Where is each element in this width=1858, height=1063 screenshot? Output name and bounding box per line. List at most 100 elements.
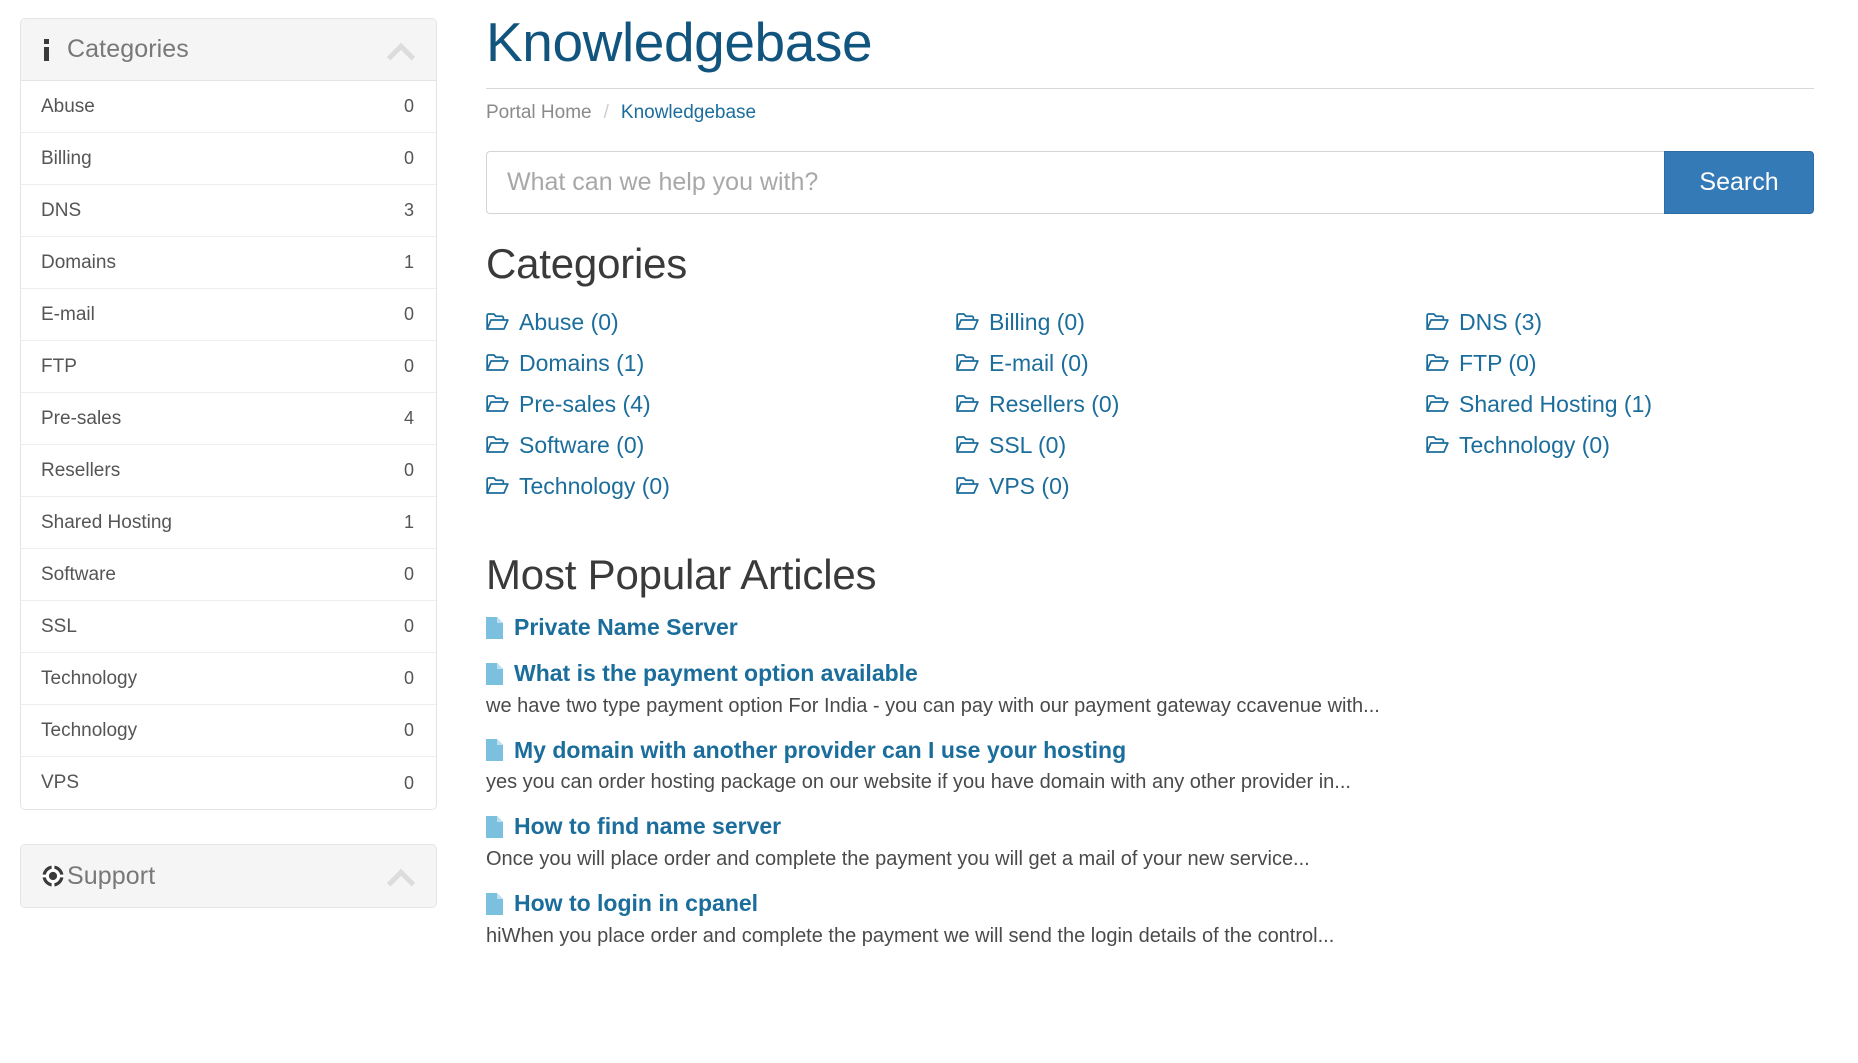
sidebar-category-label: Technology xyxy=(41,667,138,689)
articles-heading: Most Popular Articles xyxy=(486,550,877,598)
article-item: How to login in cpanel hiWhen you place o… xyxy=(486,889,1814,950)
category-link[interactable]: Shared Hosting (1) xyxy=(1426,384,1814,425)
chevron-up-icon[interactable] xyxy=(388,42,414,58)
sidebar-category-item[interactable]: Pre-sales 4 xyxy=(21,393,436,445)
breadcrumb-portal-home[interactable]: Portal Home xyxy=(486,102,592,124)
sidebar-category-label: Shared Hosting xyxy=(41,511,172,533)
category-link[interactable]: E-mail (0) xyxy=(956,343,1426,384)
category-link-label: Domains (1) xyxy=(519,349,645,376)
file-icon xyxy=(486,893,503,916)
article-link[interactable]: What is the payment option available xyxy=(486,659,1814,689)
sidebar-category-count: 1 xyxy=(403,252,414,272)
sidebar-category-label: E-mail xyxy=(41,303,95,325)
sidebar-category-item[interactable]: FTP 0 xyxy=(21,341,436,393)
folder-open-icon xyxy=(1426,394,1449,414)
article-item: What is the payment option available we h… xyxy=(486,659,1814,720)
sidebar-category-item[interactable]: Abuse 0 xyxy=(21,81,436,133)
category-link[interactable]: VPS (0) xyxy=(956,466,1426,507)
chevron-up-icon[interactable] xyxy=(388,868,414,884)
category-link[interactable]: DNS (3) xyxy=(1426,302,1814,343)
category-link-label: Technology (0) xyxy=(1459,431,1610,458)
categories-section: Categories Abuse (0) Billing (0) DNS (3) Do… xyxy=(486,240,1814,507)
category-link-label: Abuse (0) xyxy=(519,308,619,335)
info-icon xyxy=(41,38,67,61)
article-item: Private Name Server xyxy=(486,613,1814,643)
category-link-label: E-mail (0) xyxy=(989,349,1089,376)
support-panel-header[interactable]: Support xyxy=(21,845,436,907)
category-link[interactable]: Technology (0) xyxy=(486,466,956,507)
sidebar-category-count: 0 xyxy=(403,720,414,740)
article-link[interactable]: My domain with another provider can I us… xyxy=(486,736,1814,766)
category-link[interactable]: Billing (0) xyxy=(956,302,1426,343)
breadcrumb-knowledgebase[interactable]: Knowledgebase xyxy=(621,102,756,124)
article-list: Private Name Server What is the payment o… xyxy=(486,613,1814,950)
sidebar-category-item[interactable]: Domains 1 xyxy=(21,237,436,289)
article-description: we have two type payment option For Indi… xyxy=(486,694,1380,717)
article-link[interactable]: How to find name server xyxy=(486,812,1814,842)
title-divider xyxy=(486,87,1814,89)
category-link-label: Technology (0) xyxy=(519,472,670,499)
sidebar-category-item[interactable]: Technology 0 xyxy=(21,705,436,757)
sidebar-category-list: Abuse 0 Billing 0 DNS 3 Domains 1 E-mail 0 FTP 0 Pre… xyxy=(21,81,436,809)
sidebar-category-label: VPS xyxy=(41,772,80,793)
main-content: Knowledgebase Portal Home / Knowledgebas… xyxy=(437,0,1858,966)
sidebar-category-item[interactable]: Technology 0 xyxy=(21,653,436,705)
sidebar-category-item[interactable]: E-mail 0 xyxy=(21,289,436,341)
search-button[interactable]: Search xyxy=(1664,150,1814,214)
category-link[interactable]: Software (0) xyxy=(486,425,956,466)
sidebar-category-item[interactable]: Software 0 xyxy=(21,549,436,601)
category-link-label: VPS (0) xyxy=(989,472,1070,499)
article-title: Private Name Server xyxy=(514,613,738,640)
article-link[interactable]: How to login in cpanel xyxy=(486,889,1814,919)
sidebar-category-count: 0 xyxy=(403,772,414,793)
article-title: How to find name server xyxy=(514,813,782,840)
sidebar-category-label: DNS xyxy=(41,199,82,221)
sidebar-category-label: Technology xyxy=(41,719,138,741)
category-link-label: Software (0) xyxy=(519,431,645,458)
sidebar-category-item[interactable]: Resellers 0 xyxy=(21,445,436,497)
category-link[interactable]: SSL (0) xyxy=(956,425,1426,466)
lifebuoy-icon xyxy=(41,864,67,888)
sidebar-category-label: Software xyxy=(41,563,116,585)
article-description: Once you will place order and complete t… xyxy=(486,848,1310,871)
file-icon xyxy=(486,662,503,685)
article-title: My domain with another provider can I us… xyxy=(514,736,1127,763)
sidebar-category-count: 0 xyxy=(403,460,414,480)
sidebar-category-item[interactable]: SSL 0 xyxy=(21,601,436,653)
category-link[interactable]: Domains (1) xyxy=(486,343,956,384)
page-title: Knowledgebase xyxy=(486,11,873,73)
sidebar-category-item[interactable]: Billing 0 xyxy=(21,133,436,185)
category-link-label: Billing (0) xyxy=(989,308,1085,335)
categories-panel-header[interactable]: Categories xyxy=(21,19,436,81)
category-link[interactable]: Pre-sales (4) xyxy=(486,384,956,425)
category-link[interactable]: Technology (0) xyxy=(1426,425,1814,466)
folder-open-icon xyxy=(956,353,979,373)
sidebar-category-item[interactable]: Shared Hosting 1 xyxy=(21,497,436,549)
article-description: hiWhen you place order and complete the … xyxy=(486,925,1335,948)
sidebar-category-count: 0 xyxy=(403,668,414,688)
article-link[interactable]: Private Name Server xyxy=(486,613,1814,643)
sidebar-category-count: 3 xyxy=(403,200,414,220)
sidebar-category-label: Billing xyxy=(41,147,92,169)
sidebar-category-count: 4 xyxy=(403,408,414,428)
sidebar-category-label: Pre-sales xyxy=(41,407,122,429)
folder-open-icon xyxy=(1426,435,1449,455)
folder-open-icon xyxy=(486,476,509,496)
popular-articles-section: Most Popular Articles Private Name Serve… xyxy=(486,551,1814,950)
sidebar-category-count: 0 xyxy=(403,304,414,324)
sidebar-category-item[interactable]: DNS 3 xyxy=(21,185,436,237)
category-link-label: DNS (3) xyxy=(1459,308,1543,335)
category-link[interactable]: FTP (0) xyxy=(1426,343,1814,384)
categories-heading: Categories xyxy=(486,239,688,287)
article-item: How to find name server Once you will pla… xyxy=(486,812,1814,873)
categories-grid: Abuse (0) Billing (0) DNS (3) Domains (1) E-… xyxy=(486,302,1814,507)
folder-open-icon xyxy=(486,312,509,332)
search-input[interactable] xyxy=(486,150,1664,214)
sidebar-category-label: Domains xyxy=(41,251,116,273)
sidebar-category-label: Resellers xyxy=(41,459,121,481)
category-link[interactable]: Abuse (0) xyxy=(486,302,956,343)
article-description: yes you can order hosting package on our… xyxy=(486,771,1351,794)
sidebar-category-item[interactable]: VPS 0 xyxy=(21,757,436,809)
category-link-label: SSL (0) xyxy=(989,431,1067,458)
category-link[interactable]: Resellers (0) xyxy=(956,384,1426,425)
